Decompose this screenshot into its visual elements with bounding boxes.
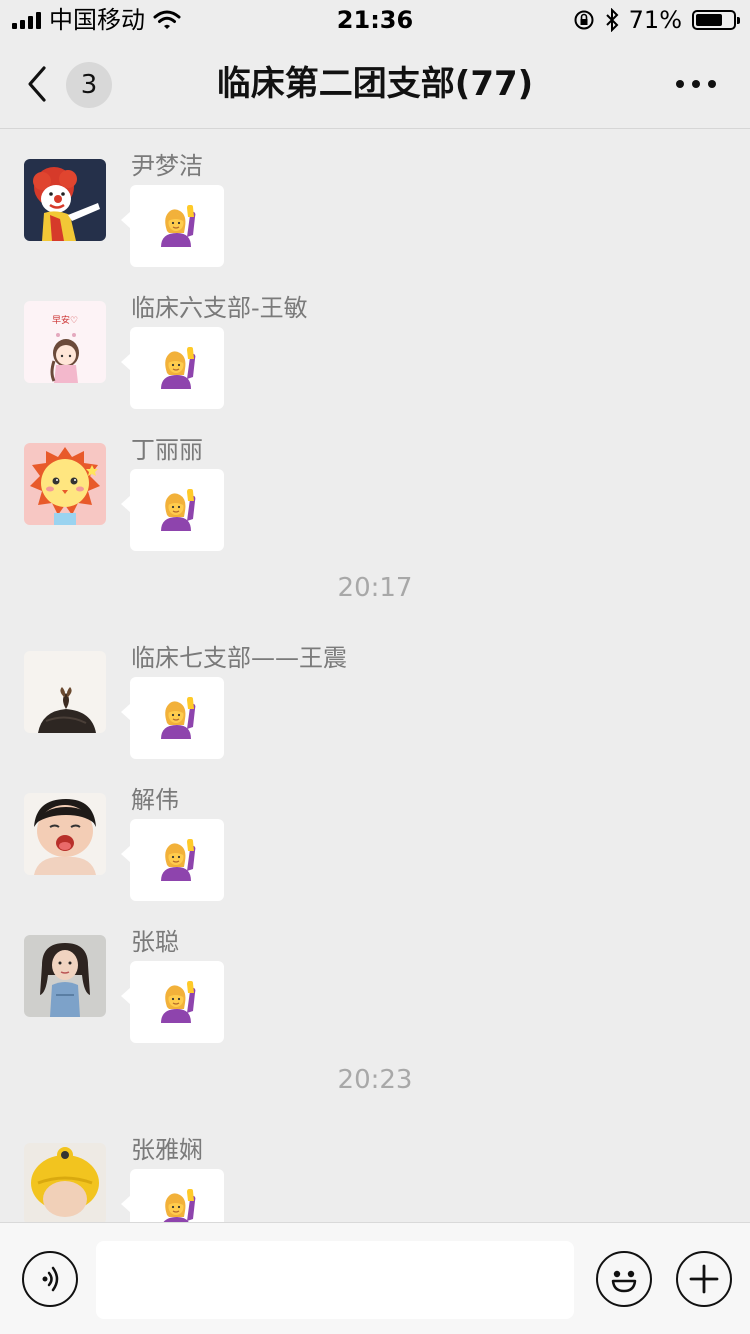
battery-percent: 71%: [628, 6, 682, 34]
message-row: 张聪: [0, 905, 750, 1047]
bluetooth-icon: [605, 8, 619, 32]
raising-hand-emoji: [161, 981, 196, 1023]
chat-title: 临床第二团支部(77): [216, 64, 534, 104]
message-row: 临床七支部——王震: [0, 621, 750, 763]
orientation-lock-icon: [574, 10, 594, 30]
message-list[interactable]: 尹梦洁早安♡ 临床六支部-王敏 丁丽丽 20:17 临床七支部——王震 解伟张聪 20:23…: [0, 129, 750, 1222]
message-bubble[interactable]: [121, 961, 224, 1043]
time-divider: 20:23: [337, 1065, 413, 1095]
message-bubble[interactable]: [121, 819, 224, 901]
clown-avatar[interactable]: [24, 159, 106, 241]
battery-icon: [692, 10, 740, 30]
more-actions-button[interactable]: [676, 1251, 732, 1307]
message-row: 丁丽丽: [0, 413, 750, 555]
message-row: 解伟: [0, 763, 750, 905]
plus-icon: [689, 1264, 719, 1294]
more-dots-icon: [676, 80, 684, 88]
raising-hand-emoji: [161, 205, 196, 247]
sender-name: 张聪: [131, 928, 179, 956]
cartoon-girl-avatar[interactable]: 早安♡: [24, 301, 106, 383]
sender-name: 解伟: [131, 786, 179, 814]
message-input[interactable]: [96, 1241, 574, 1319]
message-bubble[interactable]: [121, 1169, 224, 1222]
hair-bun-avatar[interactable]: [24, 651, 106, 733]
sender-name: 张雅娴: [131, 1136, 203, 1164]
raising-hand-emoji: [161, 347, 196, 389]
voice-button[interactable]: [22, 1251, 78, 1307]
input-bar: [0, 1222, 750, 1334]
battery-level: [696, 14, 722, 26]
status-bar: 中国移动 21:36 71%: [0, 0, 750, 40]
sender-name: 临床七支部——王震: [131, 644, 347, 672]
emoji-face-icon: [611, 1270, 637, 1293]
voice-icon: [42, 1266, 59, 1292]
raising-hand-emoji: [161, 839, 196, 881]
sender-name: 临床六支部-王敏: [131, 294, 308, 322]
svg-text:早安♡: 早安♡: [52, 314, 78, 326]
chat-screen: 中国移动 21:36 71% 3 临床第二团支部(77) 尹梦洁 早安♡ 临床六…: [0, 0, 750, 1334]
message-bubble[interactable]: [121, 677, 224, 759]
raising-hand-emoji: [163, 1189, 196, 1222]
message-bubble[interactable]: [121, 469, 224, 551]
more-options-button[interactable]: [676, 74, 716, 94]
lion-avatar[interactable]: [24, 443, 106, 525]
raising-hand-emoji: [161, 489, 196, 531]
sender-name: 丁丽丽: [131, 436, 203, 464]
message-row: 早安♡ 临床六支部-王敏: [0, 271, 750, 413]
message-bubble[interactable]: [121, 327, 224, 409]
message-row: 张雅娴: [0, 1113, 750, 1222]
raising-hand-emoji: [161, 697, 196, 739]
sender-name: 尹梦洁: [131, 152, 203, 180]
time-divider: 20:17: [337, 573, 413, 603]
girl-photo-avatar[interactable]: [24, 935, 106, 1017]
chat-header: 3 临床第二团支部(77): [0, 40, 750, 129]
status-right: 71%: [573, 5, 740, 35]
yellow-hat-avatar[interactable]: [24, 1143, 106, 1222]
message-bubble[interactable]: [121, 185, 224, 267]
crying-baby-avatar[interactable]: [24, 793, 106, 875]
message-row: 尹梦洁: [0, 129, 750, 271]
emoji-button[interactable]: [596, 1251, 652, 1307]
